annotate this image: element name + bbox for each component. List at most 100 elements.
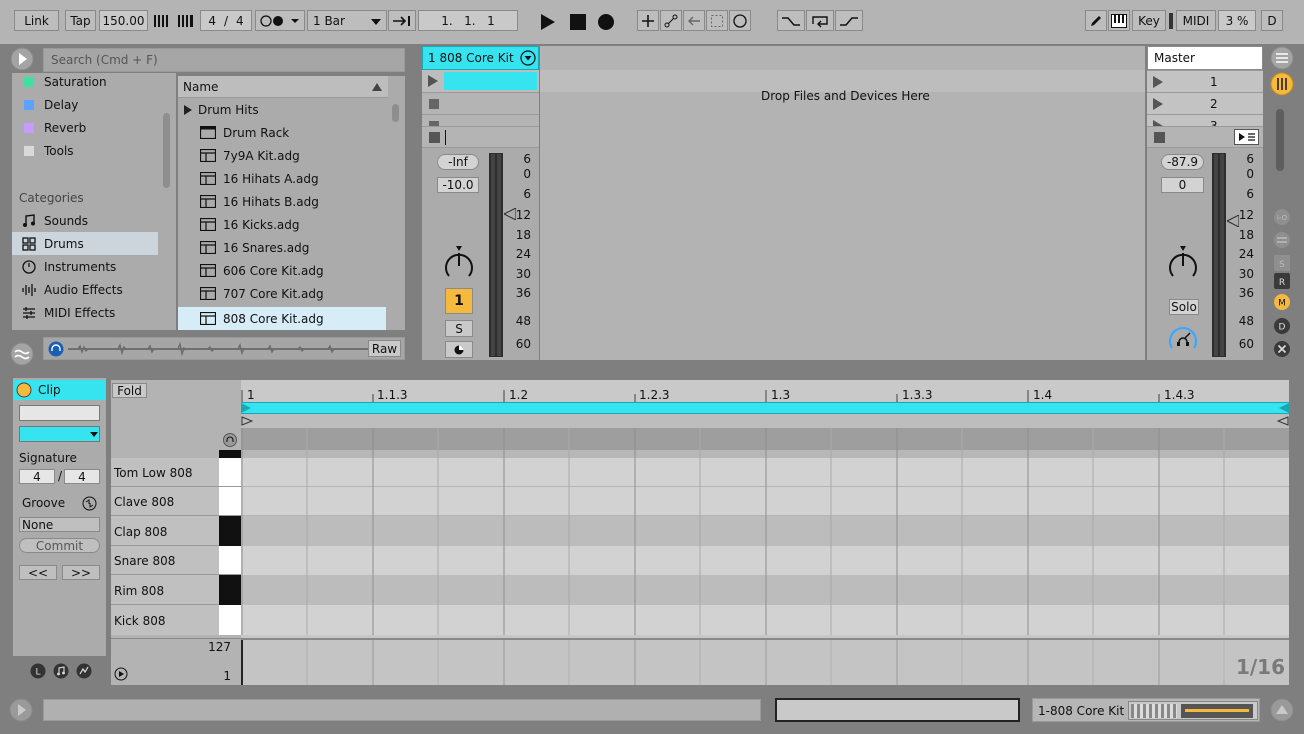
track-volume-field[interactable]: -Inf [437,154,479,170]
track-menu-icon[interactable] [520,50,536,66]
midi-note-editor[interactable]: 1 1.1.3 1.2 1.2.3 1.3 1.3.3 1.4 1.4.3 1/… [241,380,1289,685]
note-lane-kick[interactable]: Kick 808 [111,605,219,635]
groove-selector[interactable]: None [19,517,100,532]
timeline-ruler[interactable]: 1 1.1.3 1.2 1.2.3 1.3 1.3.3 1.4 1.4.3 [241,380,1289,402]
clip-slot-3[interactable] [422,114,539,126]
back-to-arrangement-icon[interactable] [683,10,705,31]
vertical-scrollbar[interactable] [1276,109,1284,171]
list-item[interactable]: 16 Kicks.adg [178,213,405,236]
clip-block[interactable] [444,72,537,90]
computer-keyboard-icon[interactable] [1108,10,1130,31]
loop-end-marker[interactable] [1279,403,1289,413]
list-item-selected[interactable]: 808 Core Kit.adg [178,307,386,330]
groove-hot-swap-icon[interactable] [82,496,97,511]
drop-area[interactable]: Drop Files and Devices Here [540,46,1145,360]
master-header[interactable]: Master [1147,46,1263,70]
master-solo-button[interactable]: Solo [1169,299,1199,315]
clip-slot-1[interactable] [422,70,539,92]
cue-volume-knob[interactable] [1166,320,1200,354]
piano-keys[interactable] [219,458,241,635]
browser-search-field[interactable]: Search (Cmd + F) [43,48,405,72]
end-marker[interactable] [1277,416,1289,426]
sends-icon[interactable] [1273,231,1291,249]
name-column-header[interactable]: Name [178,76,388,98]
scene-launch-3[interactable]: 3 [1147,114,1263,126]
track-activator-button[interactable]: 1 [445,288,473,314]
ab-crossfade-button[interactable] [1234,129,1259,145]
tempo-field[interactable]: 150.00 [99,10,148,31]
delay-icon[interactable]: D [1273,317,1291,335]
fold-button[interactable]: Fold [112,383,147,398]
track-pan-field[interactable]: -10.0 [437,177,479,193]
sidebar-item-instruments[interactable]: Instruments [12,255,176,278]
groove-pool-icon[interactable] [9,341,34,366]
draw-mode-pencil-icon[interactable] [1085,10,1107,31]
automation-arm-icon[interactable] [660,10,682,31]
song-position-field[interactable]: 1. 1. 1 [418,10,518,31]
session-view-icon[interactable] [1270,72,1294,96]
metronome-bars-icon[interactable] [151,10,173,31]
note-lane-clap[interactable]: Clap 808 [111,516,219,546]
midi-map-button[interactable]: MIDI [1176,10,1216,31]
commit-button[interactable]: Commit [19,538,100,553]
tap-button[interactable]: Tap [65,10,96,31]
clip-play-icon[interactable] [428,75,438,87]
play-icon[interactable] [536,11,560,32]
clip-sig-denominator[interactable]: 4 [64,469,100,484]
browser-toggle-icon[interactable] [9,46,34,71]
collection-reverb[interactable]: Reverb [12,116,176,139]
collection-saturation[interactable]: Saturation [12,73,176,93]
record-icon[interactable] [594,11,618,32]
clip-slot-2[interactable] [422,92,539,114]
note-lane-snare[interactable]: Snare 808 [111,546,219,575]
nudge-back-button[interactable]: << [19,565,57,580]
collection-delay[interactable]: Delay [12,93,176,116]
stop-clips-icon[interactable] [429,132,440,143]
pan-knob[interactable] [442,244,476,282]
overdub-plus-icon[interactable] [637,10,659,31]
quantize-menu[interactable]: 1 Bar [307,10,387,31]
follow-arrow-icon[interactable] [388,10,416,31]
list-item[interactable]: 7y9A Kit.adg [178,144,405,167]
launch-box-icon[interactable]: L [30,663,46,679]
selected-track-indicator[interactable]: 1-808 Core Kit [1032,698,1260,722]
punch-out-icon[interactable] [835,10,863,31]
scene-launch-1[interactable]: 1 [1147,70,1263,92]
velocity-lane[interactable]: 1/16 [241,638,1289,685]
loop-start-marker[interactable] [241,403,251,413]
list-item[interactable]: 606 Core Kit.adg [178,259,405,282]
detail-view-toggle-icon[interactable] [1270,698,1294,722]
sidebar-item-drums[interactable]: Drums [12,232,158,255]
solo-button[interactable]: S [445,320,473,337]
key-map-button[interactable]: Key [1132,10,1166,31]
list-item[interactable]: 16 Hihats B.adg [178,190,405,213]
list-item[interactable]: 16 Snares.adg [178,236,405,259]
grid-resolution[interactable]: 1/16 [1236,655,1285,679]
list-item[interactable]: Drum Rack [178,121,405,144]
clip-sig-numerator[interactable]: 4 [19,469,55,484]
envelopes-box-icon[interactable] [76,663,92,679]
raw-button[interactable]: Raw [368,340,401,357]
crossfader-icon[interactable] [1273,340,1291,358]
master-fader-handle[interactable] [1227,215,1239,227]
note-lane-rim[interactable]: Rim 808 [111,575,219,605]
time-signature-field[interactable]: 4 / 4 [200,10,252,31]
preview-headphones-icon[interactable] [47,340,64,357]
link-button[interactable]: Link [14,10,59,31]
track-header[interactable]: 1 808 Core Kit [422,46,539,70]
preview-headphones-icon[interactable] [223,433,237,447]
sidebar-item-sounds[interactable]: Sounds [12,209,176,232]
punch-in-icon[interactable] [777,10,805,31]
master-volume-field[interactable]: -87.9 [1161,154,1204,170]
start-marker[interactable] [241,416,253,426]
clip-color-dropdown[interactable] [19,426,100,442]
metronome-button[interactable] [255,10,305,31]
loop-icon[interactable] [806,10,834,31]
info-view-toggle-icon[interactable] [9,698,33,722]
clip-activator-icon[interactable] [16,382,32,398]
content-scrollbar[interactable] [392,104,399,122]
sidebar-item-audio-effects[interactable]: Audio Effects [12,278,176,301]
stop-all-clips-icon[interactable] [1154,132,1165,143]
stop-icon[interactable] [566,11,590,32]
collection-tools[interactable]: Tools [12,139,176,162]
